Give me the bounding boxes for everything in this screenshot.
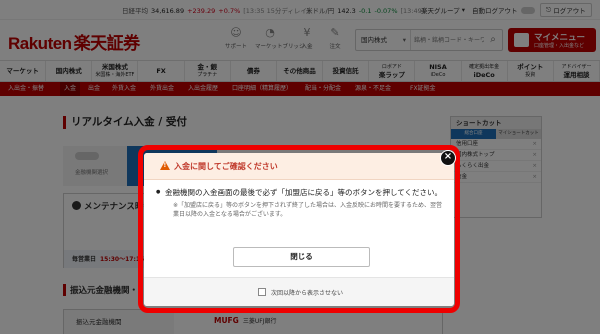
- highlight-frame: [138, 145, 460, 313]
- close-icon[interactable]: ×: [440, 150, 456, 166]
